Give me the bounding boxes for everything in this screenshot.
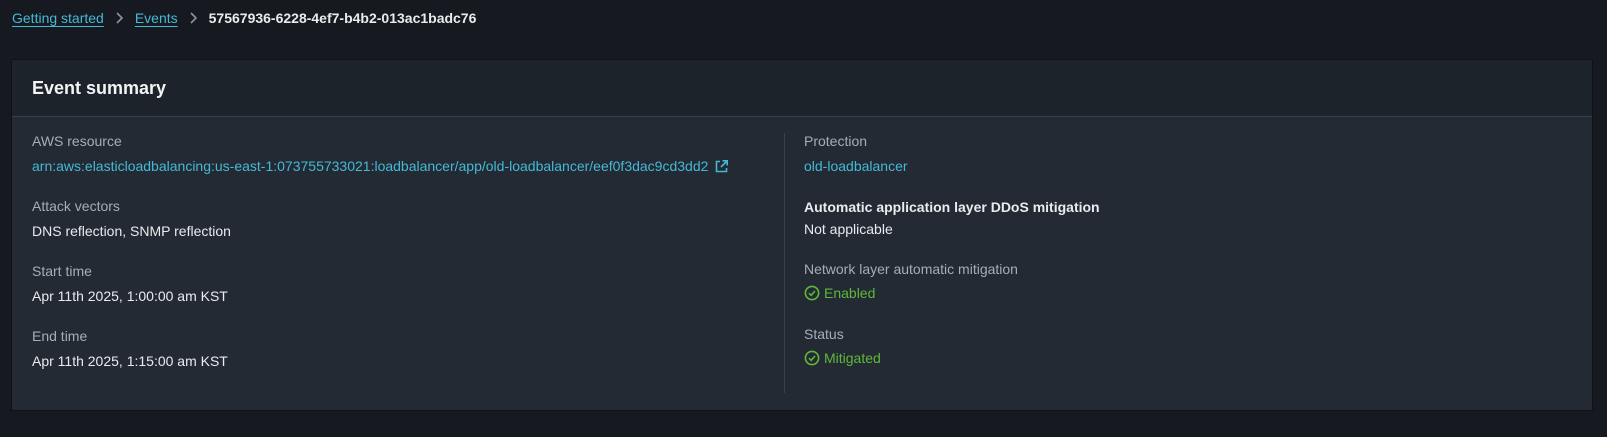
event-summary-panel: Event summary AWS resource arn:aws:elast… [11,59,1593,411]
column-divider [784,133,785,393]
breadcrumb-events[interactable]: Events [135,10,178,26]
network-mitigation-label: Network layer automatic mitigation [804,261,1018,277]
panel-header: Event summary [12,60,1592,117]
status-label: Status [804,326,844,342]
breadcrumb: Getting started Events 57567936-6228-4ef… [0,0,1607,36]
external-link-icon [714,159,729,174]
attack-vectors-value: DNS reflection, SNMP reflection [32,223,231,239]
status-value-wrap: Mitigated [804,350,881,366]
chevron-right-icon [178,11,209,25]
network-mitigation-status: Enabled [804,285,875,301]
protection-label: Protection [804,133,868,149]
protection-link[interactable]: old-loadbalancer [804,158,908,174]
panel-title: Event summary [32,77,167,98]
panel-body: AWS resource arn:aws:elasticloadbalancin… [12,117,1592,411]
chevron-right-icon [104,11,135,25]
check-circle-icon [804,285,820,301]
aws-resource-label: AWS resource [32,133,122,149]
end-time-label: End time [32,328,88,344]
breadcrumb-current-event-id: 57567936-6228-4ef7-b4b2-013ac1badc76 [208,10,477,26]
start-time-label: Start time [32,263,92,279]
attack-vectors-label: Attack vectors [32,198,120,214]
breadcrumb-getting-started[interactable]: Getting started [12,10,104,26]
start-time-value: Apr 11th 2025, 1:00:00 am KST [32,288,228,304]
status-value: Mitigated [824,350,881,366]
app-ddos-label: Automatic application layer DDoS mitigat… [804,199,1100,215]
end-time-value: Apr 11th 2025, 1:15:00 am KST [32,353,228,369]
aws-resource-link[interactable]: arn:aws:elasticloadbalancing:us-east-1:0… [32,158,729,174]
network-mitigation-value: Enabled [824,285,876,301]
aws-resource-value: arn:aws:elasticloadbalancing:us-east-1:0… [32,158,709,174]
app-ddos-value: Not applicable [804,221,893,237]
check-circle-icon [804,350,820,366]
